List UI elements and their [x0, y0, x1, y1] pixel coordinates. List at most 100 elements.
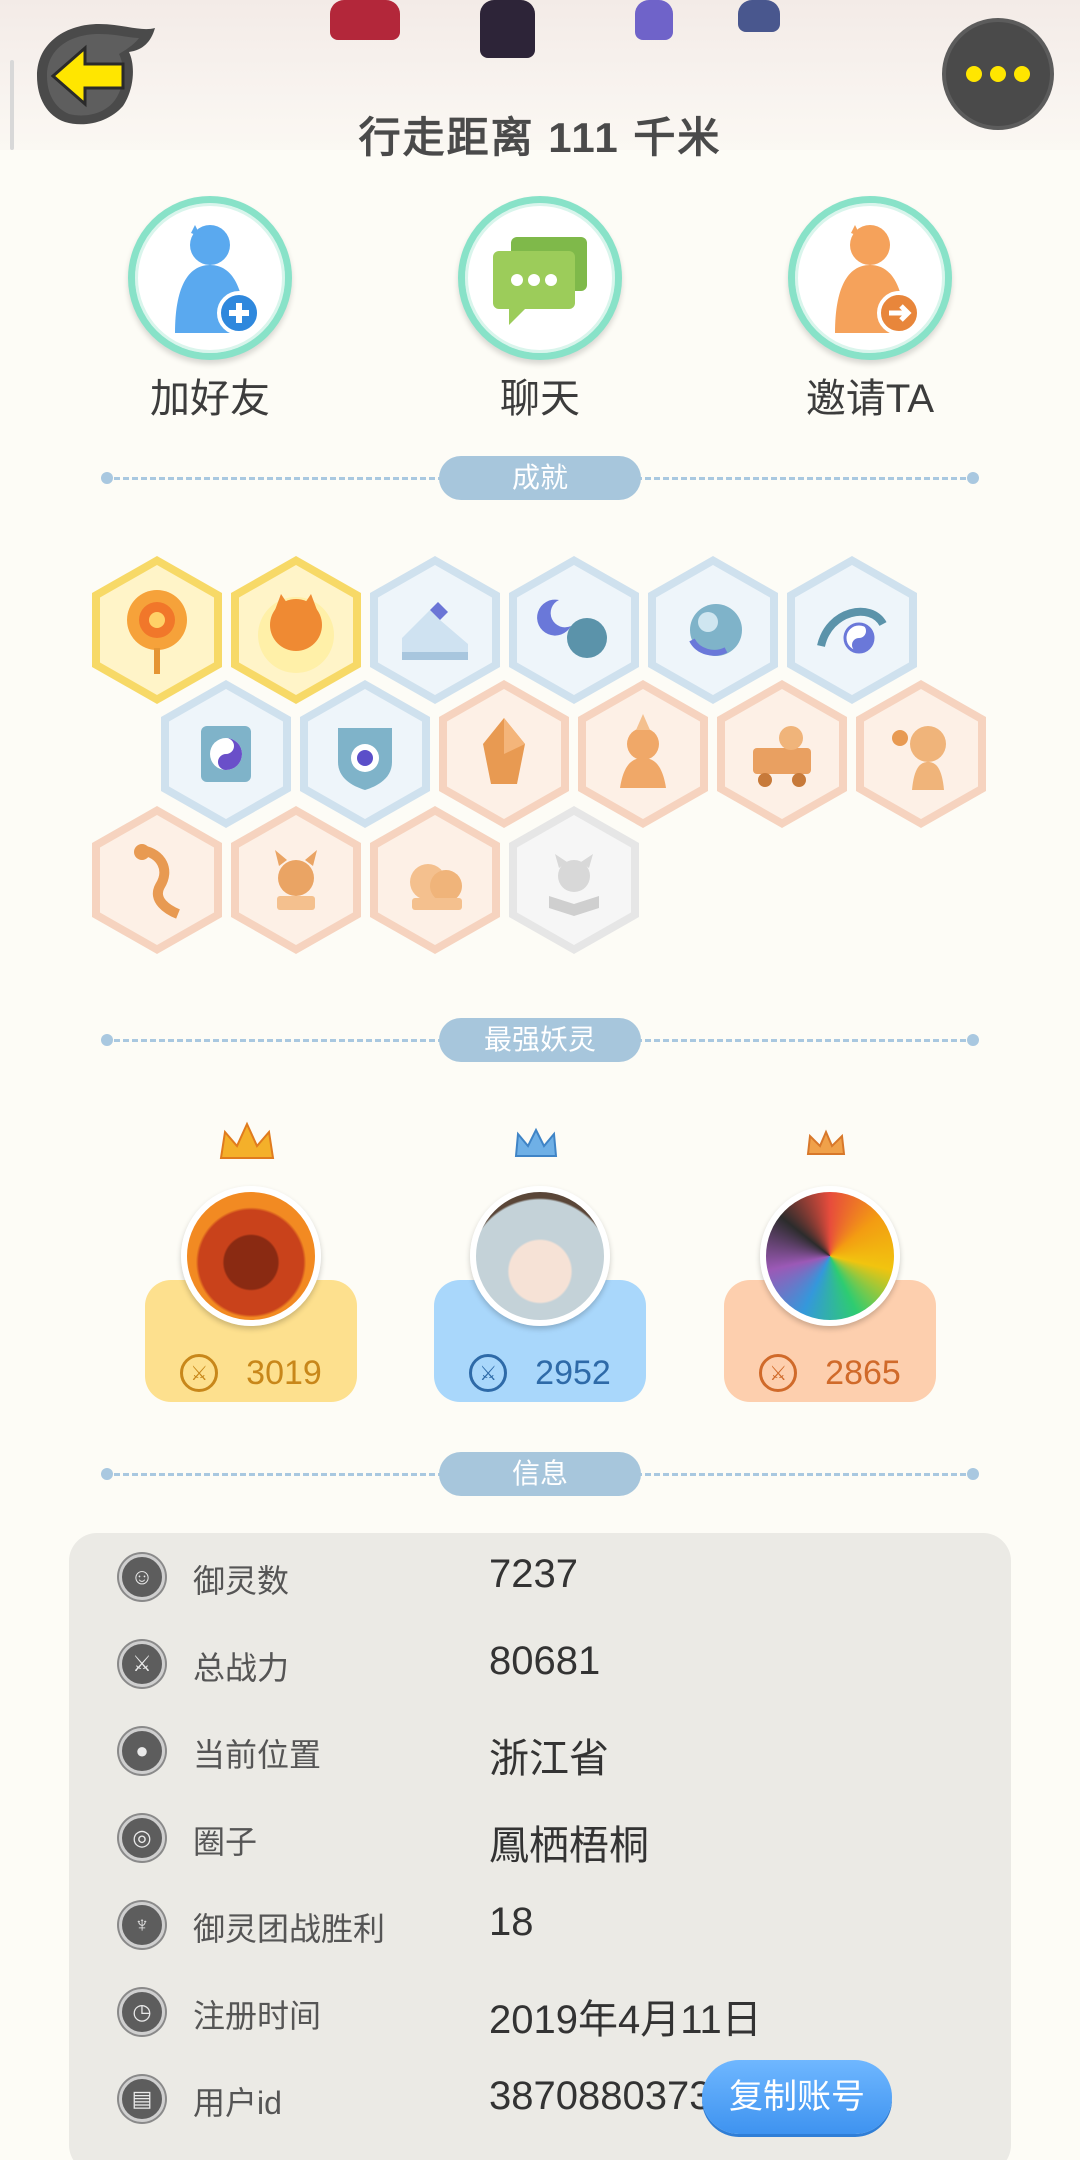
clock-icon: ◷	[119, 1989, 165, 2035]
info-label: 圈子	[193, 1824, 258, 1860]
spirit-power: ⚔ 2865	[724, 1348, 936, 1398]
sneaker-icon	[402, 602, 468, 660]
achievement-badge[interactable]	[856, 680, 986, 828]
character-shoe	[330, 0, 400, 40]
sun-pendulum-icon	[127, 590, 187, 674]
info-value: 18	[489, 1900, 534, 1944]
sword-icon: ⚔	[180, 1354, 219, 1392]
achievement-badge[interactable]	[92, 806, 222, 954]
add-friend-button[interactable]: 加好友	[110, 196, 310, 424]
location-pin-icon: ●	[119, 1728, 165, 1774]
chat-icon	[458, 196, 622, 360]
add-friend-label: 加好友	[150, 377, 270, 421]
invite-button[interactable]: 邀请TA	[770, 196, 970, 424]
achievement-badge[interactable]	[509, 556, 639, 704]
cat-pair-icon	[410, 864, 462, 910]
achievement-badge[interactable]	[648, 556, 778, 704]
chat-button[interactable]: 聊天	[440, 196, 640, 424]
achievements-divider: 成就	[101, 456, 979, 500]
achievement-badge[interactable]	[439, 680, 569, 828]
dragon-icon	[134, 844, 181, 919]
yinyang-book-icon	[201, 726, 251, 782]
sword-icon: ⚔	[469, 1354, 508, 1392]
info-value: 38708803738	[489, 2074, 734, 2118]
achievement-badge[interactable]	[509, 806, 639, 954]
spirit-power-value: 2865	[825, 1353, 901, 1392]
achievement-badge[interactable]	[370, 556, 500, 704]
orb-icon	[689, 604, 742, 656]
top-spirit-card[interactable]: ⚔ 3019	[145, 1120, 357, 1405]
circle-target-icon: ◎	[119, 1815, 165, 1861]
gold-crown-icon	[219, 1121, 275, 1159]
top-spirit-card[interactable]: ⚔ 2952	[434, 1120, 646, 1405]
divider-dot	[101, 1468, 113, 1480]
copy-account-button[interactable]: 复制账号	[702, 2060, 892, 2134]
info-row-circle: ◎ 圈子 鳳栖梧桐	[69, 1795, 1011, 1881]
shield-icon	[338, 728, 392, 790]
info-row-location: ● 当前位置 浙江省	[69, 1708, 1011, 1794]
horned-cat-icon	[275, 850, 317, 910]
info-label: 用户id	[193, 2085, 282, 2121]
crystal-icon	[483, 718, 525, 784]
info-value: 7237	[489, 1552, 578, 1596]
invite-label: 邀请TA	[805, 377, 935, 421]
fire-lion-avatar	[181, 1186, 321, 1326]
character-shoe	[480, 0, 535, 58]
info-row-team-battle: ♆ 御灵团战胜利 18	[69, 1882, 1011, 1968]
spirit-count-icon: ☺	[119, 1554, 165, 1600]
moon-cat-icon	[258, 594, 334, 673]
info-label: 当前位置	[193, 1737, 322, 1773]
info-value: 浙江省	[489, 1737, 609, 1781]
info-label: 注册时间	[193, 1998, 322, 2034]
divider-dot	[967, 1468, 979, 1480]
yinyang-wave-icon	[817, 607, 887, 654]
top-spirits-title: 最强妖灵	[439, 1018, 641, 1062]
info-value: 80681	[489, 1639, 601, 1683]
cat-cart-icon	[753, 726, 811, 787]
blue-crown-icon	[514, 1127, 558, 1157]
spirit-power-value: 3019	[246, 1353, 322, 1392]
achievement-badge[interactable]	[578, 680, 708, 828]
walk-distance: 行走距离 111 千米	[358, 114, 722, 161]
moon-ball-icon	[537, 599, 607, 658]
invite-icon	[788, 196, 952, 360]
info-title: 信息	[439, 1452, 641, 1496]
sword-icon: ⚔	[759, 1354, 798, 1392]
info-label: 御灵团战胜利	[193, 1911, 386, 1947]
id-card-icon: ▤	[119, 2076, 165, 2122]
rainbow-spike-avatar	[760, 1186, 900, 1326]
spirit-power: ⚔ 3019	[145, 1348, 357, 1398]
achievement-badge[interactable]	[717, 680, 847, 828]
cat-flower-icon	[892, 726, 946, 790]
divider-dot	[101, 472, 113, 484]
more-dot-icon	[1014, 66, 1030, 82]
achievement-badge[interactable]	[92, 556, 222, 704]
divider-dot	[967, 1034, 979, 1046]
achievement-badge[interactable]	[231, 806, 361, 954]
info-value: 鳳栖梧桐	[489, 1824, 649, 1868]
character-shoe	[738, 0, 780, 32]
spirit-power: ⚔ 2952	[434, 1348, 646, 1398]
more-dot-icon	[990, 66, 1006, 82]
achievement-badge[interactable]	[787, 556, 917, 704]
achievement-badge[interactable]	[370, 806, 500, 954]
achievements-title: 成就	[439, 456, 641, 500]
info-divider: 信息	[101, 1452, 979, 1496]
fire-spirit-icon	[620, 714, 666, 788]
info-label: 御灵数	[193, 1563, 290, 1599]
character-shoe	[635, 0, 673, 40]
team-battle-icon: ♆	[119, 1902, 165, 1948]
info-row-spirit-count: ☺ 御灵数 7237	[69, 1534, 1011, 1620]
top-spirit-card[interactable]: ⚔ 2865	[724, 1120, 936, 1405]
achievement-badge[interactable]	[231, 556, 361, 704]
more-dot-icon	[966, 66, 982, 82]
sword-icon: ⚔	[119, 1641, 165, 1687]
info-row-register-time: ◷ 注册时间 2019年4月11日	[69, 1969, 1011, 2055]
achievement-badge[interactable]	[161, 680, 291, 828]
divider-dot	[967, 472, 979, 484]
top-spirits-divider: 最强妖灵	[101, 1018, 979, 1062]
achievement-badge[interactable]	[300, 680, 430, 828]
add-friend-icon	[128, 196, 292, 360]
info-row-total-power: ⚔ 总战力 80681	[69, 1621, 1011, 1707]
divider-dot	[101, 1034, 113, 1046]
